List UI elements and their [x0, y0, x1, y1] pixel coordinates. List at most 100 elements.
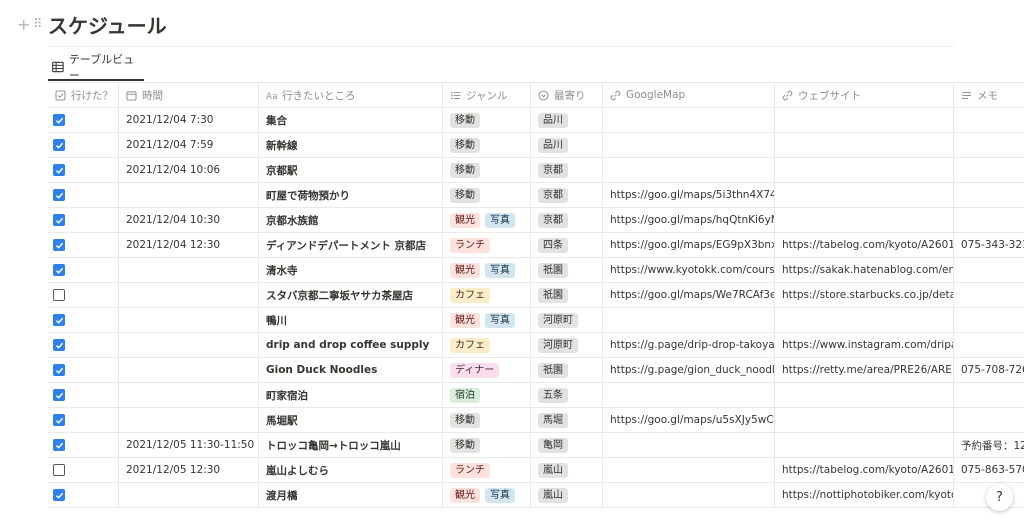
visited-checkbox[interactable] — [53, 464, 65, 476]
googlemap-link-cell[interactable]: https://goo.gl/maps/5i3thn4X745LN — [602, 183, 774, 207]
memo-cell[interactable] — [953, 208, 1024, 232]
genre-cell[interactable]: 宿泊 — [442, 383, 530, 407]
memo-cell[interactable] — [953, 183, 1024, 207]
station-cell[interactable]: 五条 — [530, 383, 602, 407]
visited-checkbox[interactable] — [53, 314, 65, 326]
genre-cell[interactable]: 観光 写真 — [442, 258, 530, 282]
time-cell[interactable]: 2021/12/04 7:30 — [118, 108, 258, 132]
place-cell[interactable]: 清水寺 — [258, 258, 442, 282]
column-header[interactable]: メモ — [953, 83, 1024, 107]
station-cell[interactable]: 京都 — [530, 158, 602, 182]
time-cell[interactable] — [118, 183, 258, 207]
memo-cell[interactable] — [953, 333, 1024, 357]
place-cell[interactable]: Gion Duck Noodles — [258, 358, 442, 382]
drag-handle-icon[interactable]: ⠿ — [33, 17, 42, 33]
googlemap-link-cell[interactable]: https://www.kyotokk.com/course-m — [602, 258, 774, 282]
place-cell[interactable]: 鴨川 — [258, 308, 442, 332]
place-cell[interactable]: 集合 — [258, 108, 442, 132]
table-row[interactable]: 2021/12/04 10:30 京都水族館 観光 写真 京都 https://goo.g… — [48, 208, 1024, 233]
time-cell[interactable] — [118, 333, 258, 357]
googlemap-link-cell[interactable] — [602, 133, 774, 157]
website-link-cell[interactable] — [774, 108, 953, 132]
station-cell[interactable]: 四条 — [530, 233, 602, 257]
website-link-cell[interactable]: https://tabelog.com/kyoto/A2601/A26 — [774, 233, 953, 257]
website-link-cell[interactable] — [774, 433, 953, 457]
googlemap-link-cell[interactable]: https://goo.gl/maps/hqQtnKi6yMyfV — [602, 208, 774, 232]
website-link-cell[interactable] — [774, 158, 953, 182]
place-cell[interactable]: 馬堀駅 — [258, 408, 442, 432]
column-header[interactable]: ウェブサイト — [774, 83, 953, 107]
place-cell[interactable]: トロッコ亀岡→トロッコ嵐山 — [258, 433, 442, 457]
station-cell[interactable]: 京都 — [530, 183, 602, 207]
table-row[interactable]: 町屋で荷物預かり 移動 京都 https://goo.gl/maps/5i3thn4X… — [48, 183, 1024, 208]
visited-checkbox[interactable] — [53, 414, 65, 426]
table-row[interactable]: 2021/12/04 12:30 ディアンドデパートメント 京都店 ランチ 四条 htt… — [48, 233, 1024, 258]
station-cell[interactable]: 亀岡 — [530, 433, 602, 457]
station-cell[interactable]: 河原町 — [530, 333, 602, 357]
table-row[interactable]: 町家宿泊 宿泊 五条 — [48, 383, 1024, 408]
visited-checkbox[interactable] — [53, 439, 65, 451]
table-row[interactable]: drip and drop coffee supply カフェ 河原町 https:/… — [48, 333, 1024, 358]
station-cell[interactable]: 品川 — [530, 133, 602, 157]
genre-cell[interactable]: ディナー — [442, 358, 530, 382]
station-cell[interactable]: 嵐山 — [530, 483, 602, 507]
time-cell[interactable]: 2021/12/04 12:30 — [118, 233, 258, 257]
website-link-cell[interactable]: https://www.instagram.com/dripandd — [774, 333, 953, 357]
website-link-cell[interactable]: https://sakak.hatenablog.com/entry/2 — [774, 258, 953, 282]
genre-cell[interactable]: ランチ — [442, 458, 530, 482]
table-row[interactable]: 2021/12/04 7:30 集合 移動 品川 — [48, 108, 1024, 133]
station-cell[interactable]: 嵐山 — [530, 458, 602, 482]
time-cell[interactable]: 2021/12/05 11:30-11:50 — [118, 433, 258, 457]
memo-cell[interactable]: 075-708-726 — [953, 358, 1024, 382]
googlemap-link-cell[interactable]: https://g.page/gion_duck_noodles? — [602, 358, 774, 382]
visited-checkbox[interactable] — [53, 164, 65, 176]
googlemap-link-cell[interactable] — [602, 458, 774, 482]
time-cell[interactable] — [118, 483, 258, 507]
visited-checkbox[interactable] — [53, 139, 65, 151]
memo-cell[interactable] — [953, 133, 1024, 157]
genre-cell[interactable]: 移動 — [442, 133, 530, 157]
website-link-cell[interactable] — [774, 183, 953, 207]
station-cell[interactable]: 祇園 — [530, 283, 602, 307]
googlemap-link-cell[interactable]: https://goo.gl/maps/EG9pX3bnx8ty — [602, 233, 774, 257]
memo-cell[interactable]: 075-863-570 — [953, 458, 1024, 482]
genre-cell[interactable]: 観光 写真 — [442, 308, 530, 332]
time-cell[interactable] — [118, 358, 258, 382]
place-cell[interactable]: drip and drop coffee supply — [258, 333, 442, 357]
station-cell[interactable]: 河原町 — [530, 308, 602, 332]
visited-checkbox[interactable] — [53, 289, 65, 301]
genre-cell[interactable]: 移動 — [442, 183, 530, 207]
website-link-cell[interactable]: https://store.starbucks.co.jp/detail-1 — [774, 283, 953, 307]
station-cell[interactable]: 品川 — [530, 108, 602, 132]
genre-cell[interactable]: カフェ — [442, 333, 530, 357]
memo-cell[interactable] — [953, 258, 1024, 282]
place-cell[interactable]: 渡月橋 — [258, 483, 442, 507]
visited-checkbox[interactable] — [53, 264, 65, 276]
memo-cell[interactable]: 075-343-321 — [953, 233, 1024, 257]
googlemap-link-cell[interactable] — [602, 108, 774, 132]
genre-cell[interactable]: ランチ — [442, 233, 530, 257]
table-row[interactable]: 2021/12/04 7:59 新幹線 移動 品川 — [48, 133, 1024, 158]
column-header[interactable]: 時間 — [118, 83, 258, 107]
genre-cell[interactable]: 移動 — [442, 433, 530, 457]
table-row[interactable]: スタバ京都二寧坂ヤサカ茶屋店 カフェ 祇園 https://goo.gl/maps/W… — [48, 283, 1024, 308]
googlemap-link-cell[interactable] — [602, 308, 774, 332]
genre-cell[interactable]: 観光 写真 — [442, 208, 530, 232]
googlemap-link-cell[interactable] — [602, 433, 774, 457]
website-link-cell[interactable] — [774, 133, 953, 157]
genre-cell[interactable]: 移動 — [442, 408, 530, 432]
time-cell[interactable]: 2021/12/04 7:59 — [118, 133, 258, 157]
memo-cell[interactable]: 予約番号：12 — [953, 433, 1024, 457]
googlemap-link-cell[interactable]: https://g.page/drip-drop-takoyakus — [602, 333, 774, 357]
help-button[interactable]: ? — [986, 484, 1013, 511]
website-link-cell[interactable]: https://retty.me/area/PRE26/ARE112/ — [774, 358, 953, 382]
column-header[interactable]: 行けた？ — [48, 83, 118, 107]
genre-cell[interactable]: カフェ — [442, 283, 530, 307]
table-row[interactable]: 渡月橋 観光 写真 嵐山 https://nottiphotobiker.com/kyo… — [48, 483, 1024, 508]
place-cell[interactable]: ディアンドデパートメント 京都店 — [258, 233, 442, 257]
station-cell[interactable]: 祇園 — [530, 358, 602, 382]
station-cell[interactable]: 馬堀 — [530, 408, 602, 432]
visited-checkbox[interactable] — [53, 364, 65, 376]
memo-cell[interactable] — [953, 383, 1024, 407]
visited-checkbox[interactable] — [53, 239, 65, 251]
